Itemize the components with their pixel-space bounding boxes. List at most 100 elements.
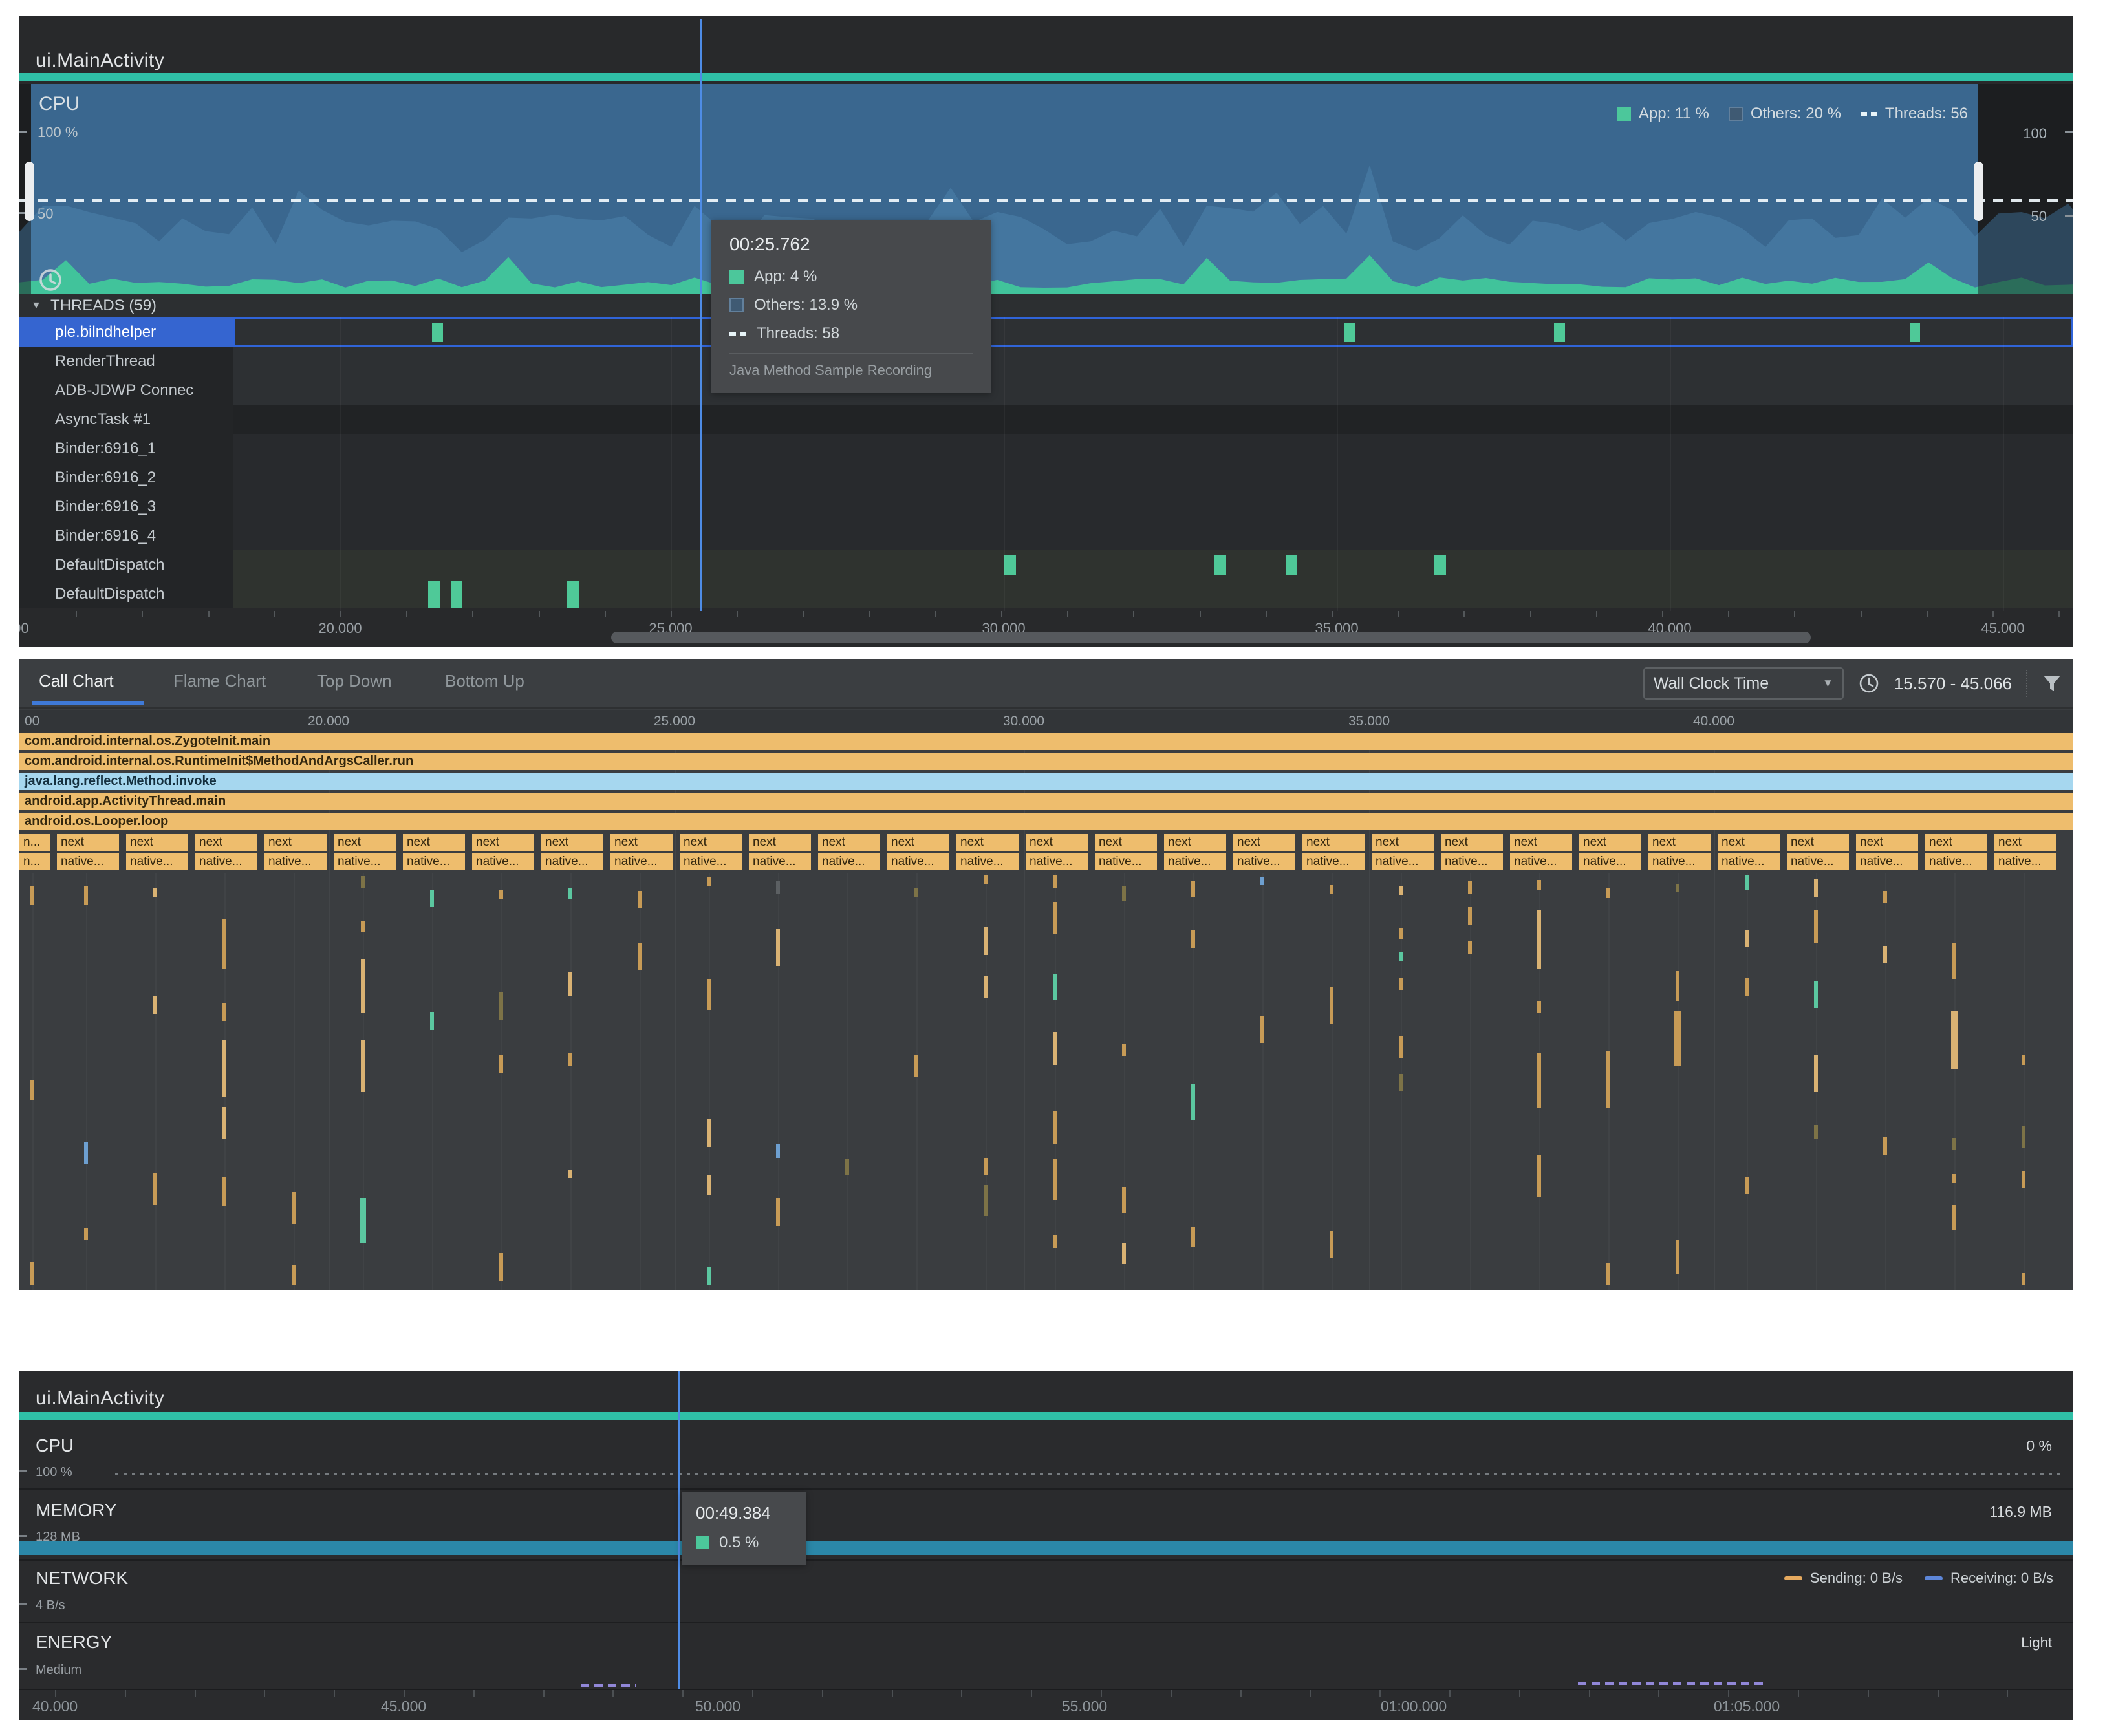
- call-cell[interactable]: native...: [1787, 853, 1849, 870]
- thread-activity-track[interactable]: [233, 405, 2073, 434]
- thread-row[interactable]: Binder:6916_1: [19, 434, 2073, 463]
- call-cell[interactable]: native...: [1164, 853, 1226, 870]
- call-cell[interactable]: next: [334, 834, 396, 851]
- call-cell[interactable]: native...: [1510, 853, 1572, 870]
- call-frame[interactable]: android.os.Looper.loop: [19, 813, 2073, 830]
- call-cell[interactable]: next: [956, 834, 1019, 851]
- thread-activity-track[interactable]: [233, 521, 2073, 550]
- thread-name[interactable]: ADB-JDWP Connec: [19, 376, 233, 405]
- call-cell[interactable]: next: [818, 834, 880, 851]
- call-cell[interactable]: native...: [1648, 853, 1711, 870]
- call-cell[interactable]: next: [57, 834, 119, 851]
- thread-name[interactable]: Binder:6916_3: [19, 492, 233, 521]
- call-cell[interactable]: next: [264, 834, 327, 851]
- call-cell[interactable]: native...: [1372, 853, 1434, 870]
- call-cell[interactable]: next: [403, 834, 465, 851]
- thread-name[interactable]: AsyncTask #1: [19, 405, 233, 434]
- call-cell[interactable]: next: [541, 834, 603, 851]
- tab-flame-chart[interactable]: Flame Chart: [173, 671, 266, 691]
- call-cell[interactable]: next: [1718, 834, 1780, 851]
- call-cell[interactable]: next: [1164, 834, 1226, 851]
- call-cell[interactable]: next: [1510, 834, 1572, 851]
- thread-name[interactable]: DefaultDispatch: [19, 579, 233, 608]
- thread-row[interactable]: ADB-JDWP Connec: [19, 376, 2073, 405]
- thread-activity-track[interactable]: [233, 317, 2073, 347]
- call-cell[interactable]: next: [1856, 834, 1918, 851]
- call-cell[interactable]: next: [1925, 834, 1987, 851]
- memory-row-label[interactable]: MEMORY: [36, 1500, 117, 1521]
- call-cell[interactable]: next: [472, 834, 534, 851]
- selection-left-handle[interactable]: [25, 162, 34, 221]
- call-frame[interactable]: com.android.internal.os.RuntimeInit$Meth…: [19, 753, 2073, 770]
- call-cell[interactable]: next: [749, 834, 811, 851]
- call-cell[interactable]: next: [1372, 834, 1434, 851]
- thread-activity-track[interactable]: [233, 492, 2073, 521]
- threads-section-header[interactable]: ▼ THREADS (59): [19, 294, 2073, 317]
- call-cell[interactable]: native...: [1856, 853, 1918, 870]
- call-cell[interactable]: native...: [1718, 853, 1780, 870]
- thread-row[interactable]: Binder:6916_4: [19, 521, 2073, 550]
- selection-right-handle[interactable]: [1974, 162, 1983, 221]
- clock-mode-select[interactable]: Wall Clock Time ▼: [1643, 667, 1844, 700]
- energy-row-label[interactable]: ENERGY: [36, 1632, 112, 1653]
- thread-activity-track[interactable]: [233, 434, 2073, 463]
- thread-row[interactable]: RenderThread: [19, 347, 2073, 376]
- call-frame[interactable]: java.lang.reflect.Method.invoke: [19, 773, 2073, 790]
- call-cell[interactable]: native...: [1302, 853, 1365, 870]
- cpu-row-label[interactable]: CPU: [36, 1435, 74, 1456]
- call-cell[interactable]: native...: [818, 853, 880, 870]
- call-cell[interactable]: native...: [1925, 853, 1987, 870]
- thread-row[interactable]: DefaultDispatch: [19, 550, 2073, 579]
- call-cell[interactable]: next: [1095, 834, 1157, 851]
- thread-activity-track[interactable]: [233, 579, 2073, 608]
- call-cell[interactable]: next: [680, 834, 742, 851]
- call-cell[interactable]: next: [1648, 834, 1711, 851]
- call-cell[interactable]: n...: [19, 834, 50, 851]
- call-cell[interactable]: native...: [1233, 853, 1295, 870]
- call-cell[interactable]: next: [1579, 834, 1641, 851]
- call-cell[interactable]: next: [195, 834, 257, 851]
- thread-name[interactable]: Binder:6916_4: [19, 521, 233, 550]
- thread-activity-track[interactable]: [233, 347, 2073, 376]
- tab-top-down[interactable]: Top Down: [317, 671, 392, 691]
- thread-name[interactable]: ple.bilndhelper: [19, 317, 233, 347]
- call-cell[interactable]: next: [1787, 834, 1849, 851]
- filter-icon[interactable]: [2042, 673, 2062, 694]
- call-cell[interactable]: native...: [610, 853, 673, 870]
- tab-call-chart[interactable]: Call Chart: [39, 671, 114, 691]
- call-cell[interactable]: next: [610, 834, 673, 851]
- call-cell[interactable]: native...: [403, 853, 465, 870]
- thread-name[interactable]: RenderThread: [19, 347, 233, 376]
- call-cell[interactable]: native...: [1994, 853, 2056, 870]
- call-frame[interactable]: com.android.internal.os.ZygoteInit.main: [19, 733, 2073, 750]
- call-cell[interactable]: native...: [1579, 853, 1641, 870]
- call-cell[interactable]: n...: [19, 853, 50, 870]
- call-cell[interactable]: next: [1994, 834, 2056, 851]
- thread-row[interactable]: Binder:6916_3: [19, 492, 2073, 521]
- call-cell[interactable]: next: [887, 834, 949, 851]
- call-frame[interactable]: android.app.ActivityThread.main: [19, 793, 2073, 810]
- call-cell[interactable]: native...: [749, 853, 811, 870]
- thread-row[interactable]: AsyncTask #1: [19, 405, 2073, 434]
- call-cell[interactable]: native...: [472, 853, 534, 870]
- thread-activity-track[interactable]: [233, 376, 2073, 405]
- thread-name[interactable]: Binder:6916_1: [19, 434, 233, 463]
- call-cell[interactable]: next: [1441, 834, 1503, 851]
- thread-row[interactable]: DefaultDispatch: [19, 579, 2073, 608]
- call-cell[interactable]: native...: [956, 853, 1019, 870]
- thread-row[interactable]: ple.bilndhelper: [19, 317, 2073, 347]
- horizontal-scrollbar[interactable]: [611, 632, 1811, 643]
- call-cell[interactable]: native...: [1026, 853, 1088, 870]
- call-cell[interactable]: native...: [195, 853, 257, 870]
- call-cell[interactable]: native...: [1441, 853, 1503, 870]
- call-cell[interactable]: next: [126, 834, 188, 851]
- call-cell[interactable]: native...: [887, 853, 949, 870]
- call-cell[interactable]: native...: [1095, 853, 1157, 870]
- call-cell[interactable]: next: [1233, 834, 1295, 851]
- call-cell[interactable]: native...: [126, 853, 188, 870]
- thread-row[interactable]: Binder:6916_2: [19, 463, 2073, 492]
- call-cell[interactable]: native...: [680, 853, 742, 870]
- thread-name[interactable]: Binder:6916_2: [19, 463, 233, 492]
- call-cell[interactable]: next: [1302, 834, 1365, 851]
- thread-activity-track[interactable]: [233, 463, 2073, 492]
